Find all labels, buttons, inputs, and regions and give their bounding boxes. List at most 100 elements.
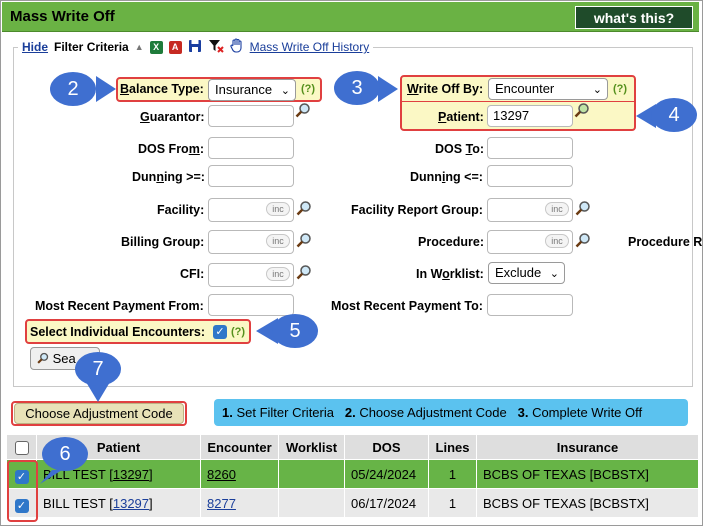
- filter-toolbar: Hide Filter Criteria ▲ X A Mass Write Of…: [18, 38, 374, 56]
- patient-cell: BILL TEST [13297]: [36, 488, 201, 518]
- write-off-by-label: Write Off By:: [407, 82, 484, 96]
- procedure-r-label: Procedure R: [628, 235, 703, 249]
- procedure-lookup-icon[interactable]: [575, 232, 591, 248]
- worklist-cell: [278, 488, 345, 518]
- facility-label: Facility:: [157, 203, 205, 217]
- guarantor-input[interactable]: [208, 105, 294, 127]
- most-recent-payment-to-label: Most Recent Payment To:: [331, 299, 483, 313]
- encounters-table: Patient Encounter Worklist DOS Lines Ins…: [6, 434, 699, 518]
- table-row[interactable]: ✓ BILL TEST [13297] 8277 06/17/2024 1 BC…: [6, 488, 699, 518]
- include-toggle[interactable]: inc: [266, 202, 290, 216]
- choose-adjustment-code-button[interactable]: Choose Adjustment Code: [14, 403, 184, 424]
- facility-report-group-label: Facility Report Group:: [351, 203, 483, 217]
- facility-report-group-input[interactable]: inc: [487, 198, 573, 222]
- select-individual-label: Select Individual Encounters:: [30, 325, 206, 339]
- callout-2: 2: [50, 72, 96, 106]
- table-row[interactable]: ✓ BILL TEST [13297] 8260 05/24/2024 1 BC…: [6, 459, 699, 489]
- include-toggle[interactable]: inc: [266, 234, 290, 248]
- include-toggle[interactable]: inc: [266, 267, 290, 281]
- title-bar: Mass Write Off what's this?: [2, 2, 699, 32]
- worklist-cell: [278, 459, 345, 489]
- patient-input[interactable]: 13297: [487, 105, 573, 127]
- cfi-label: CFI:: [180, 267, 205, 281]
- dunning-le-input[interactable]: [487, 165, 573, 187]
- callout-5: 5: [272, 314, 318, 348]
- encounter-link[interactable]: 8277: [207, 496, 236, 511]
- column-header[interactable]: DOS: [344, 434, 429, 460]
- guarantor-label: Guarantor:: [140, 110, 205, 124]
- most-recent-payment-to-input[interactable]: [487, 294, 573, 316]
- column-header[interactable]: Worklist: [278, 434, 345, 460]
- dunning-ge-input[interactable]: [208, 165, 294, 187]
- row-checkboxes-highlight: [7, 460, 38, 522]
- dos-cell: 05/24/2024: [344, 459, 429, 489]
- dos-from-label: DOS From:: [138, 142, 204, 156]
- patient-lookup-icon[interactable]: [574, 102, 590, 118]
- write-off-by-select[interactable]: Encounter ⌄: [488, 78, 608, 100]
- write-off-by-divider: [402, 101, 634, 102]
- lines-cell: 1: [428, 488, 477, 518]
- patient-label: Patient:: [438, 110, 484, 124]
- procedure-label: Procedure:: [418, 235, 484, 249]
- mass-write-off-history-link[interactable]: Mass Write Off History: [250, 40, 370, 54]
- select-individual-checkbox[interactable]: ✓: [213, 325, 227, 339]
- column-header[interactable]: Lines: [428, 434, 477, 460]
- write-off-by-help[interactable]: (?): [613, 83, 627, 95]
- select-individual-help[interactable]: (?): [231, 326, 245, 338]
- insurance-cell: BCBS OF TEXAS [BCBSTX]: [476, 488, 699, 518]
- in-worklist-label: In Worklist:: [416, 267, 484, 281]
- most-recent-payment-from-input[interactable]: [208, 294, 294, 316]
- chevron-down-icon: ⌄: [592, 84, 602, 96]
- balance-type-label: Balance Type:: [120, 82, 204, 96]
- include-toggle[interactable]: inc: [545, 234, 569, 248]
- encounter-cell: 8277: [200, 488, 279, 518]
- table-header-row: Patient Encounter Worklist DOS Lines Ins…: [6, 434, 699, 460]
- callout-3: 3: [334, 71, 380, 105]
- chevron-down-icon: ⌄: [549, 268, 559, 280]
- facility-input[interactable]: inc: [208, 198, 294, 222]
- patient-id-link[interactable]: 13297: [113, 467, 149, 482]
- callout-7: 7: [75, 352, 121, 386]
- in-worklist-select[interactable]: Exclude ⌄: [488, 262, 565, 284]
- page-title: Mass Write Off: [10, 8, 115, 25]
- encounter-link[interactable]: 8260: [207, 467, 236, 482]
- excel-icon[interactable]: X: [149, 40, 163, 54]
- most-recent-payment-from-label: Most Recent Payment From:: [35, 299, 204, 313]
- save-icon[interactable]: [188, 39, 202, 56]
- guarantor-lookup-icon[interactable]: [295, 102, 311, 118]
- lines-cell: 1: [428, 459, 477, 489]
- balance-type-select[interactable]: Insurance ⌄: [208, 79, 296, 101]
- cfi-lookup-icon[interactable]: [296, 264, 312, 280]
- patient-id-link[interactable]: 13297: [113, 496, 149, 511]
- column-header[interactable]: Insurance: [476, 434, 699, 460]
- callout-6: 6: [42, 437, 88, 471]
- hide-link[interactable]: Hide: [22, 40, 48, 54]
- pdf-icon[interactable]: A: [168, 40, 182, 54]
- hand-icon[interactable]: [230, 38, 244, 56]
- whats-this-button[interactable]: what's this?: [575, 6, 693, 29]
- select-all-header[interactable]: [6, 434, 37, 460]
- select-all-checkbox[interactable]: [14, 440, 29, 455]
- dos-from-input[interactable]: [208, 137, 294, 159]
- balance-type-help[interactable]: (?): [301, 83, 315, 95]
- insurance-cell: BCBS OF TEXAS [BCBSTX]: [476, 459, 699, 489]
- cfi-input[interactable]: inc: [208, 263, 294, 287]
- billing-group-input[interactable]: inc: [208, 230, 294, 254]
- column-header[interactable]: Encounter: [200, 434, 279, 460]
- encounter-cell: 8260: [200, 459, 279, 489]
- billing-group-lookup-icon[interactable]: [296, 232, 312, 248]
- include-toggle[interactable]: inc: [545, 202, 569, 216]
- collapse-triangle-icon[interactable]: ▲: [135, 42, 144, 52]
- dunning-ge-label: Dunning >=:: [132, 170, 205, 184]
- billing-group-label: Billing Group:: [121, 235, 205, 249]
- chevron-down-icon: ⌄: [280, 85, 290, 97]
- dunning-le-label: Dunning <=:: [410, 170, 483, 184]
- filter-criteria-label: Filter Criteria: [54, 40, 129, 54]
- dos-to-label: DOS To:: [435, 142, 485, 156]
- callout-4: 4: [651, 98, 697, 132]
- clear-filter-icon[interactable]: [208, 39, 224, 56]
- procedure-input[interactable]: inc: [487, 230, 573, 254]
- dos-to-input[interactable]: [487, 137, 573, 159]
- facility-lookup-icon[interactable]: [296, 200, 312, 216]
- facility-report-group-lookup-icon[interactable]: [575, 200, 591, 216]
